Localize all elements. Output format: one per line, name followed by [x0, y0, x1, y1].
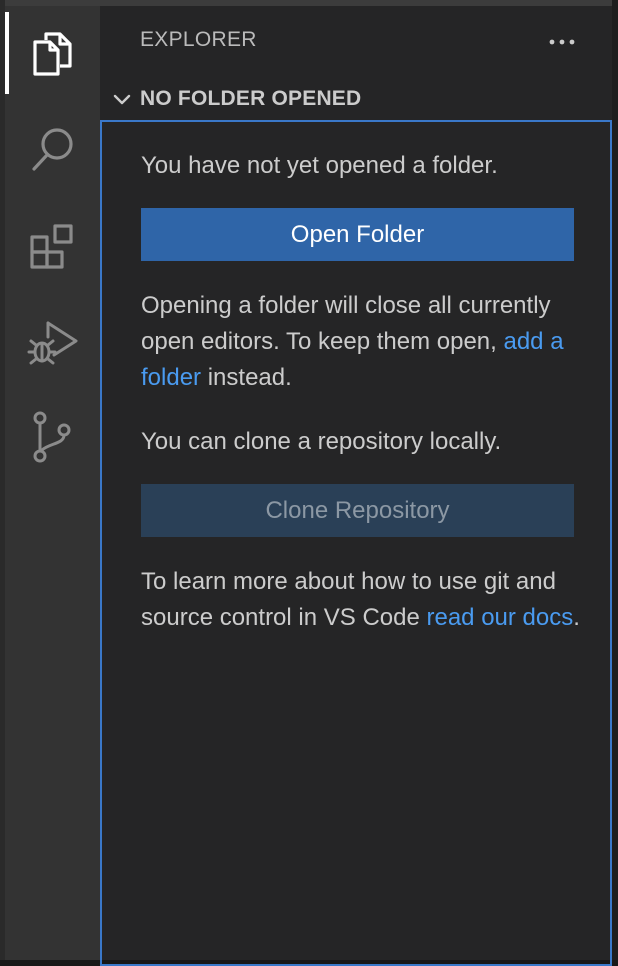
window-edge-right — [612, 0, 618, 960]
learn-text-end: . — [573, 604, 580, 631]
extensions-icon — [28, 222, 78, 272]
chevron-down-icon — [110, 87, 134, 111]
explorer-icon — [30, 28, 76, 78]
run-debug-icon — [26, 317, 80, 367]
clone-repository-button[interactable]: Clone Repository — [141, 484, 574, 537]
no-folder-message: You have not yet opened a folder. — [141, 152, 498, 179]
clone-message: You can clone a repository locally. — [141, 428, 502, 455]
active-indicator — [5, 12, 9, 94]
activity-source-control[interactable] — [5, 390, 100, 484]
activity-run-debug[interactable] — [5, 295, 100, 389]
search-icon — [29, 125, 77, 175]
sidebar-title: EXPLORER — [140, 28, 257, 51]
explorer-sidebar: EXPLORER NO FOLDER OPENED You have not y… — [100, 6, 612, 966]
open-folder-button[interactable]: Open Folder — [141, 208, 574, 261]
section-title: NO FOLDER OPENED — [140, 87, 362, 110]
ellipsis-icon — [548, 33, 576, 51]
source-control-icon — [30, 410, 76, 464]
warning-text-end: instead. — [201, 364, 292, 391]
more-actions-button[interactable] — [542, 24, 582, 60]
section-body: You have not yet opened a folder. Open F… — [100, 120, 612, 966]
vscode-window: EXPLORER NO FOLDER OPENED You have not y… — [0, 0, 618, 966]
read-docs-link[interactable]: read our docs — [426, 604, 573, 631]
learn-more-message: To learn more about how to use git and s… — [141, 564, 581, 636]
activity-extensions[interactable] — [5, 200, 100, 294]
section-header-no-folder[interactable]: NO FOLDER OPENED — [100, 82, 612, 116]
activity-search[interactable] — [5, 103, 100, 197]
activity-bar — [5, 6, 100, 960]
activity-explorer[interactable] — [5, 6, 100, 100]
warning-text-start: Opening a folder will close all currentl… — [141, 292, 551, 355]
open-folder-warning: Opening a folder will close all currentl… — [141, 288, 581, 396]
